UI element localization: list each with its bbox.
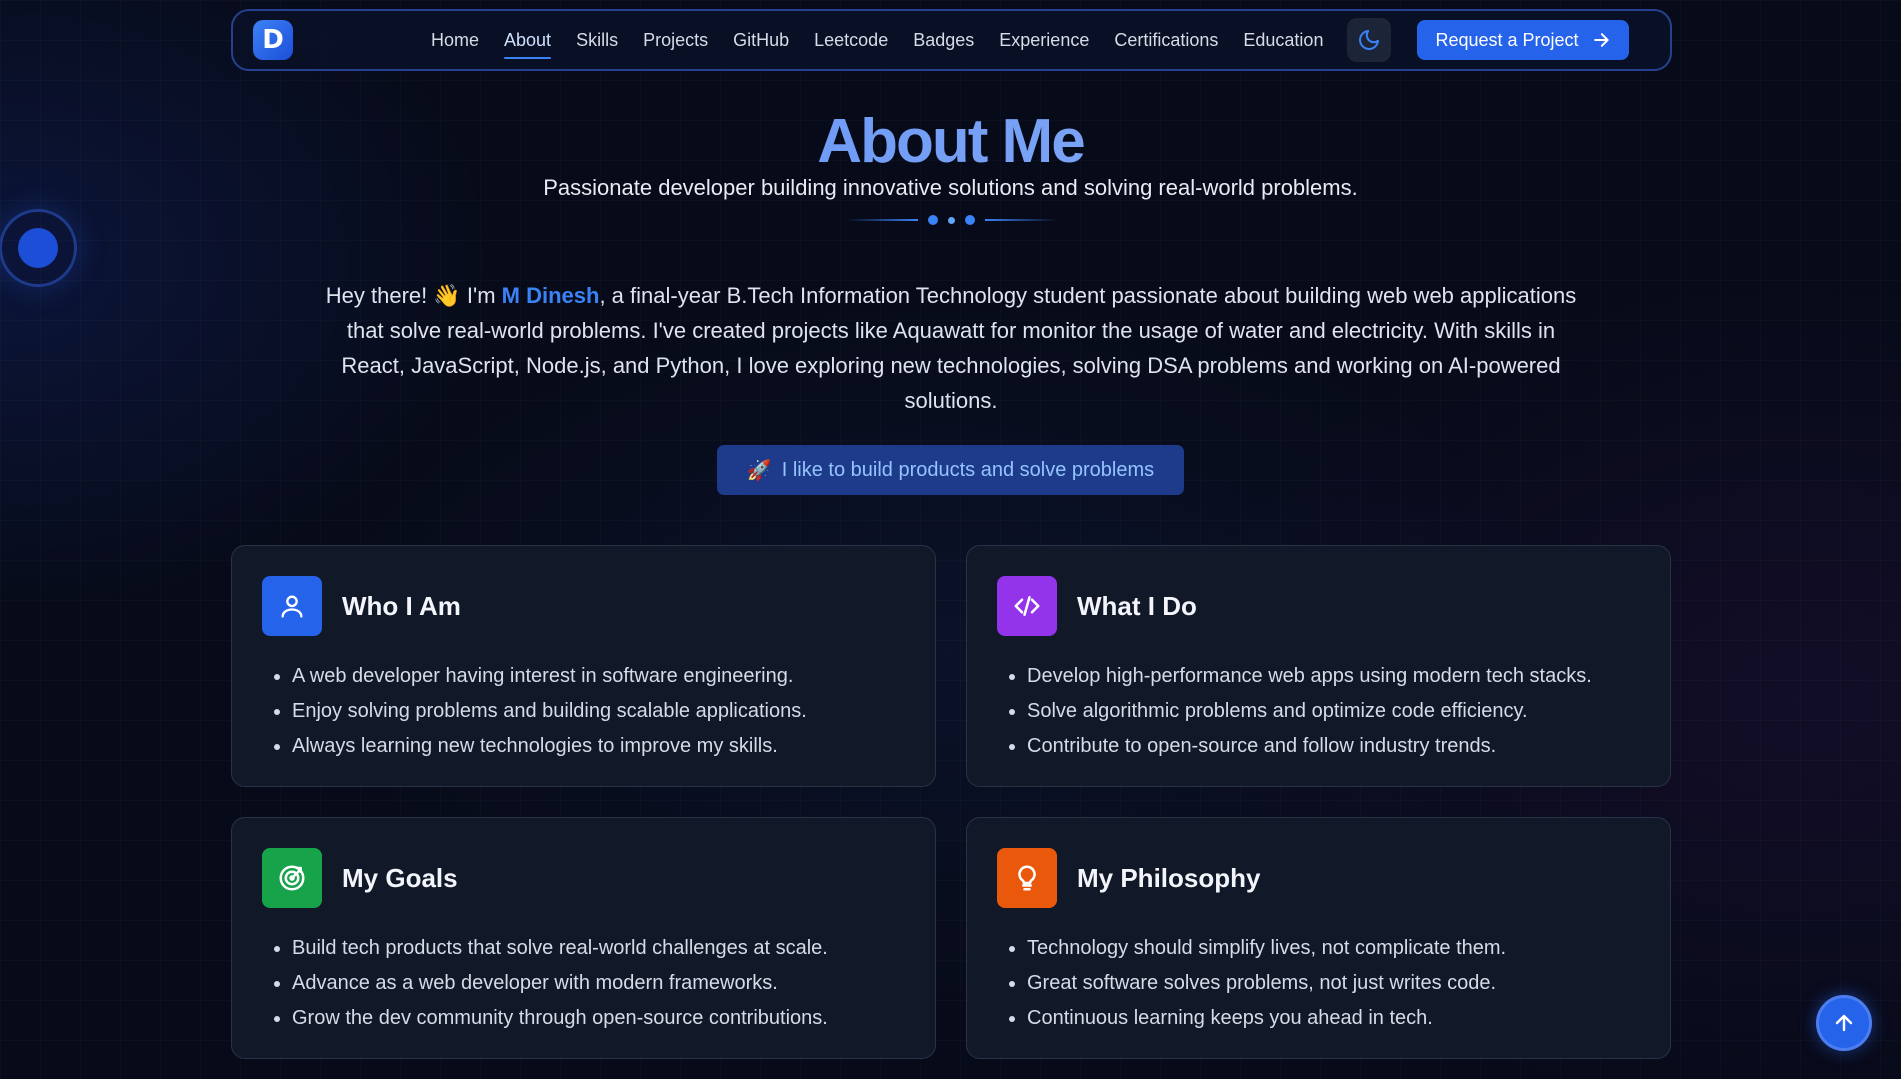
- divider-dot: [964, 215, 975, 225]
- nav-link-github[interactable]: GitHub: [733, 26, 789, 55]
- nav-link-about[interactable]: About: [504, 26, 552, 59]
- page-subtitle: Passionate developer building innovative…: [543, 175, 1358, 200]
- intro-im: I'm: [460, 283, 502, 308]
- divider-dot-small: [947, 216, 955, 224]
- list-item: Technology should simplify lives, not co…: [997, 931, 1640, 966]
- divider-line-right: [984, 219, 1057, 221]
- nav-link-leetcode[interactable]: Leetcode: [814, 26, 888, 55]
- nav-link-skills[interactable]: Skills: [576, 26, 618, 55]
- request-project-label: Request a Project: [1435, 29, 1579, 50]
- logo[interactable]: D: [253, 20, 293, 60]
- page-title: About Me: [0, 106, 1901, 177]
- intro-name: M Dinesh: [501, 283, 600, 308]
- scroll-to-top-button[interactable]: [1816, 995, 1872, 1051]
- card-what-i-do: What I Do Develop high-performance web a…: [966, 545, 1671, 787]
- user-icon: [262, 576, 322, 636]
- nav-link-experience[interactable]: Experience: [999, 26, 1089, 55]
- card-title: My Philosophy: [1077, 862, 1261, 893]
- moon-icon: [1359, 30, 1380, 50]
- card-title: My Goals: [342, 862, 458, 893]
- card-my-philosophy: My Philosophy Technology should simplify…: [966, 817, 1671, 1059]
- card-list: A web developer having interest in softw…: [262, 659, 905, 764]
- list-item: Enjoy solving problems and building scal…: [262, 694, 905, 729]
- card-title: Who I Am: [342, 590, 461, 621]
- nav-link-projects[interactable]: Projects: [643, 26, 708, 55]
- intro-greeting: Hey there!: [325, 283, 434, 308]
- list-item: Contribute to open-source and follow ind…: [997, 729, 1640, 764]
- list-item: Continuous learning keeps you ahead in t…: [997, 1001, 1640, 1036]
- card-list: Technology should simplify lives, not co…: [997, 931, 1640, 1036]
- list-item: Always learning new technologies to impr…: [262, 729, 905, 764]
- nav-links: Home About Skills Projects GitHub Leetco…: [431, 26, 1348, 59]
- list-item: Great software solves problems, not just…: [997, 966, 1640, 1001]
- arrow-right-icon: [1593, 33, 1609, 47]
- list-item: Solve algorithmic problems and optimize …: [997, 694, 1640, 729]
- tagline-pill: 🚀 I like to build products and solve pro…: [717, 445, 1184, 495]
- divider-line-left: [845, 219, 918, 221]
- cursor-follower: [0, 209, 77, 287]
- rocket-emoji: 🚀: [746, 459, 772, 482]
- navbar: D Home About Skills Projects GitHub Leet…: [231, 9, 1672, 71]
- card-my-goals: My Goals Build tech products that solve …: [231, 817, 936, 1059]
- divider-dot: [927, 215, 938, 225]
- code-icon: [997, 576, 1057, 636]
- list-item: Build tech products that solve real-worl…: [262, 931, 905, 966]
- list-item: Develop high-performance web apps using …: [997, 659, 1640, 694]
- list-item: Grow the dev community through open-sour…: [262, 1001, 905, 1036]
- list-item: A web developer having interest in softw…: [262, 659, 905, 694]
- tagline-label: I like to build products and solve probl…: [781, 458, 1155, 481]
- nav-link-badges[interactable]: Badges: [913, 26, 974, 55]
- card-list: Develop high-performance web apps using …: [997, 659, 1640, 764]
- card-title: What I Do: [1077, 590, 1197, 621]
- arrow-up-icon: [1835, 1014, 1853, 1032]
- wave-emoji: 👋: [433, 283, 461, 308]
- nav-link-certifications[interactable]: Certifications: [1114, 26, 1218, 55]
- card-who-i-am: Who I Am A web developer having interest…: [231, 545, 936, 787]
- theme-toggle-button[interactable]: [1347, 18, 1392, 62]
- list-item: Advance as a web developer with modern f…: [262, 966, 905, 1001]
- request-project-button[interactable]: Request a Project: [1417, 20, 1629, 60]
- cursor-follower-inner: [18, 228, 58, 268]
- intro-paragraph: Hey there! 👋 I'm M Dinesh, a final-year …: [316, 278, 1586, 418]
- card-list: Build tech products that solve real-worl…: [262, 931, 905, 1036]
- nav-link-education[interactable]: Education: [1243, 26, 1323, 55]
- section-divider: [840, 213, 1062, 227]
- nav-link-home[interactable]: Home: [431, 26, 479, 55]
- target-icon: [262, 848, 322, 908]
- lightbulb-icon: [997, 848, 1057, 908]
